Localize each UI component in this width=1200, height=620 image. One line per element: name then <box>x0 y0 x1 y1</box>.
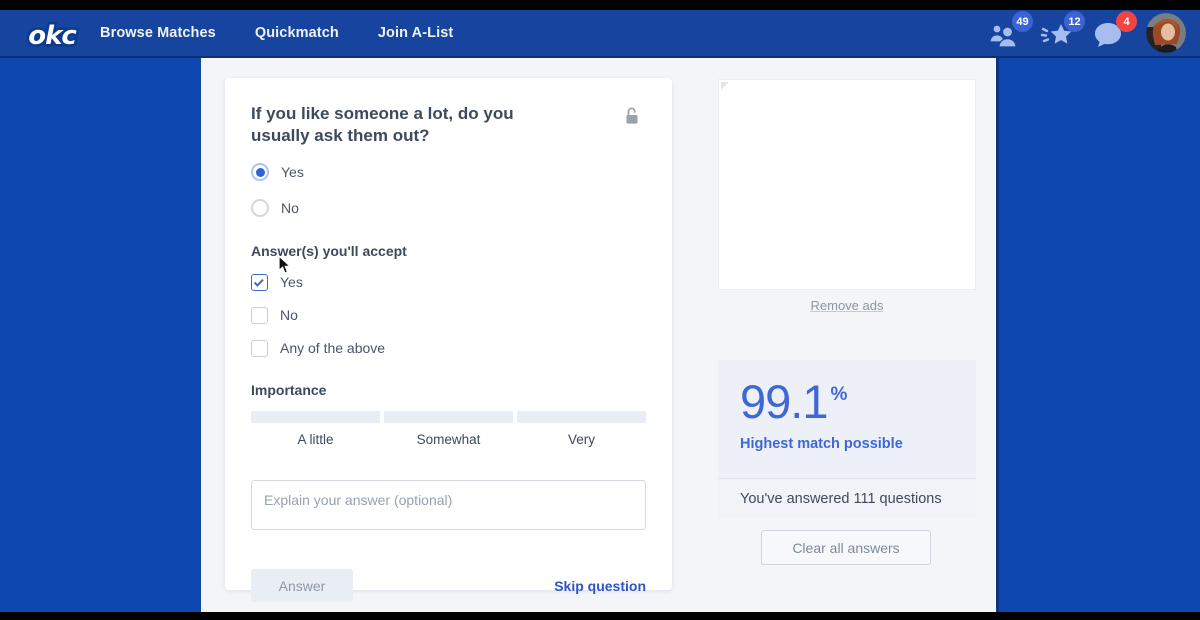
importance-heading: Importance <box>251 382 646 398</box>
answer-option-yes[interactable]: Yes <box>251 161 646 183</box>
importance-bar-very[interactable] <box>517 411 646 423</box>
nav-item-quickmatch[interactable]: Quickmatch <box>255 25 339 41</box>
accept-option-no[interactable]: No <box>251 305 646 325</box>
likes-button[interactable]: 49 <box>986 10 1038 56</box>
answer-option-no[interactable]: No <box>251 197 646 219</box>
skip-question-link[interactable]: Skip question <box>554 578 646 594</box>
answer-button[interactable]: Answer <box>251 569 353 602</box>
page: okc Browse Matches Quickmatch Join A-Lis… <box>0 0 1200 620</box>
okc-logo-icon: okc <box>22 14 82 54</box>
importance-bar-a-little[interactable] <box>251 411 380 423</box>
percent-symbol: % <box>830 384 847 405</box>
importance-selector <box>251 411 646 423</box>
question-header: If you like someone a lot, do you usuall… <box>251 103 646 147</box>
svg-text:okc: okc <box>28 21 77 51</box>
nav-item-browse-matches[interactable]: Browse Matches <box>100 25 216 41</box>
messages-badge: 4 <box>1116 11 1137 32</box>
check-icon <box>254 276 264 286</box>
nav-item-join-a-list[interactable]: Join A-List <box>378 25 453 41</box>
clear-all-answers-button[interactable]: Clear all answers <box>761 530 931 565</box>
radio-unselected-icon <box>251 199 269 217</box>
importance-label-very: Very <box>517 432 646 447</box>
quickmatch-button[interactable]: 12 <box>1038 10 1090 56</box>
importance-label-a-little: A little <box>251 432 380 447</box>
quickmatch-badge: 12 <box>1064 11 1085 32</box>
radio-selected-icon <box>251 163 269 181</box>
answer-option-label: No <box>281 200 299 216</box>
top-nav: okc Browse Matches Quickmatch Join A-Lis… <box>0 10 1200 58</box>
main-content: If you like someone a lot, do you usuall… <box>201 58 999 612</box>
accept-option-label: Yes <box>280 274 303 290</box>
remove-ads-link[interactable]: Remove ads <box>811 298 884 313</box>
checkbox-checked-icon <box>251 274 268 291</box>
match-summary-card: 99.1% Highest match possible You've answ… <box>718 360 976 518</box>
checkbox-unchecked-icon <box>251 340 268 357</box>
question-card: If you like someone a lot, do you usuall… <box>225 78 672 590</box>
okc-logo[interactable]: okc <box>22 14 82 54</box>
nav-menu: Browse Matches Quickmatch Join A-List <box>100 10 453 56</box>
messages-button[interactable]: 4 <box>1090 10 1142 56</box>
ad-choices-icon <box>721 82 729 90</box>
answered-summary: You've answered 111 questions <box>740 491 942 507</box>
match-caption: Highest match possible <box>740 436 954 452</box>
remove-ads-row: Remove ads <box>718 297 976 315</box>
accept-option-label: Any of the above <box>280 340 385 356</box>
accept-heading: Answer(s) you'll accept <box>251 243 646 259</box>
avatar-photo-icon <box>1146 13 1186 53</box>
profile-avatar[interactable] <box>1146 13 1186 53</box>
lock-icon[interactable] <box>624 105 640 131</box>
answer-option-label: Yes <box>281 164 304 180</box>
likes-badge: 49 <box>1012 11 1033 32</box>
question-title: If you like someone a lot, do you usuall… <box>251 103 561 147</box>
match-percent-section: 99.1% Highest match possible <box>718 360 976 478</box>
accept-option-yes[interactable]: Yes <box>251 272 646 292</box>
match-percent-value: 99.1 <box>740 376 827 428</box>
accept-option-any[interactable]: Any of the above <box>251 338 646 358</box>
answered-section: You've answered 111 questions <box>718 478 976 518</box>
importance-bar-somewhat[interactable] <box>384 411 513 423</box>
checkbox-unchecked-icon <box>251 307 268 324</box>
nav-notifications: 49 12 4 <box>986 10 1186 56</box>
ad-placeholder <box>718 79 976 290</box>
question-actions: Answer Skip question <box>251 569 646 602</box>
accept-option-label: No <box>280 307 298 323</box>
importance-label-somewhat: Somewhat <box>384 432 513 447</box>
importance-labels: A little Somewhat Very <box>251 432 646 447</box>
explain-input[interactable] <box>251 480 646 530</box>
